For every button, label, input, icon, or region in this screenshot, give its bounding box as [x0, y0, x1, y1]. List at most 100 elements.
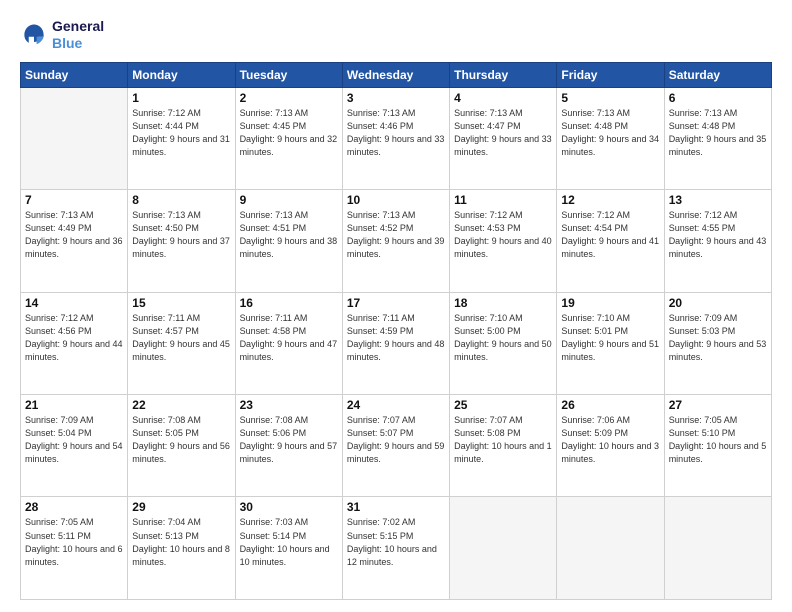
calendar-cell: 17 Sunrise: 7:11 AMSunset: 4:59 PMDayligh… [342, 292, 449, 394]
day-number: 8 [132, 193, 230, 207]
calendar-cell: 13 Sunrise: 7:12 AMSunset: 4:55 PMDayligh… [664, 190, 771, 292]
calendar-cell [557, 497, 664, 600]
day-info: Sunrise: 7:11 AMSunset: 4:58 PMDaylight:… [240, 312, 338, 364]
day-info: Sunrise: 7:13 AMSunset: 4:51 PMDaylight:… [240, 209, 338, 261]
day-number: 9 [240, 193, 338, 207]
calendar-cell: 14 Sunrise: 7:12 AMSunset: 4:56 PMDayligh… [21, 292, 128, 394]
weekday-header-row: SundayMondayTuesdayWednesdayThursdayFrid… [21, 62, 772, 87]
week-row-2: 14 Sunrise: 7:12 AMSunset: 4:56 PMDayligh… [21, 292, 772, 394]
calendar-cell: 11 Sunrise: 7:12 AMSunset: 4:53 PMDayligh… [450, 190, 557, 292]
day-number: 24 [347, 398, 445, 412]
calendar-cell: 28Sunrise: 7:05 AMSunset: 5:11 PMDayligh… [21, 497, 128, 600]
day-info: Sunrise: 7:12 AMSunset: 4:55 PMDaylight:… [669, 209, 767, 261]
day-info: Sunrise: 7:13 AMSunset: 4:52 PMDaylight:… [347, 209, 445, 261]
day-number: 12 [561, 193, 659, 207]
weekday-header-friday: Friday [557, 62, 664, 87]
day-number: 30 [240, 500, 338, 514]
day-info: Sunrise: 7:12 AMSunset: 4:54 PMDaylight:… [561, 209, 659, 261]
day-number: 21 [25, 398, 123, 412]
calendar-cell [450, 497, 557, 600]
calendar-cell: 29Sunrise: 7:04 AMSunset: 5:13 PMDayligh… [128, 497, 235, 600]
day-number: 18 [454, 296, 552, 310]
day-number: 7 [25, 193, 123, 207]
day-number: 25 [454, 398, 552, 412]
day-number: 14 [25, 296, 123, 310]
day-info: Sunrise: 7:07 AMSunset: 5:07 PMDaylight:… [347, 414, 445, 466]
day-number: 4 [454, 91, 552, 105]
calendar-cell [664, 497, 771, 600]
day-number: 5 [561, 91, 659, 105]
day-info: Sunrise: 7:13 AMSunset: 4:45 PMDaylight:… [240, 107, 338, 159]
day-info: Sunrise: 7:03 AMSunset: 5:14 PMDaylight:… [240, 516, 338, 568]
page: General Blue SundayMondayTuesdayWednesda… [0, 0, 792, 612]
day-info: Sunrise: 7:09 AMSunset: 5:03 PMDaylight:… [669, 312, 767, 364]
calendar-cell: 6 Sunrise: 7:13 AMSunset: 4:48 PMDaylight… [664, 87, 771, 189]
day-number: 26 [561, 398, 659, 412]
day-info: Sunrise: 7:09 AMSunset: 5:04 PMDaylight:… [25, 414, 123, 466]
day-number: 11 [454, 193, 552, 207]
day-number: 20 [669, 296, 767, 310]
day-info: Sunrise: 7:02 AMSunset: 5:15 PMDaylight:… [347, 516, 445, 568]
day-info: Sunrise: 7:12 AMSunset: 4:53 PMDaylight:… [454, 209, 552, 261]
day-info: Sunrise: 7:04 AMSunset: 5:13 PMDaylight:… [132, 516, 230, 568]
calendar-cell: 18Sunrise: 7:10 AMSunset: 5:00 PMDayligh… [450, 292, 557, 394]
calendar-cell: 16 Sunrise: 7:11 AMSunset: 4:58 PMDayligh… [235, 292, 342, 394]
calendar-cell: 8 Sunrise: 7:13 AMSunset: 4:50 PMDaylight… [128, 190, 235, 292]
calendar-cell: 5 Sunrise: 7:13 AMSunset: 4:48 PMDaylight… [557, 87, 664, 189]
day-info: Sunrise: 7:05 AMSunset: 5:11 PMDaylight:… [25, 516, 123, 568]
day-number: 10 [347, 193, 445, 207]
day-info: Sunrise: 7:13 AMSunset: 4:48 PMDaylight:… [669, 107, 767, 159]
day-number: 6 [669, 91, 767, 105]
weekday-header-thursday: Thursday [450, 62, 557, 87]
weekday-header-monday: Monday [128, 62, 235, 87]
calendar-cell [21, 87, 128, 189]
calendar-cell: 7 Sunrise: 7:13 AMSunset: 4:49 PMDaylight… [21, 190, 128, 292]
week-row-0: 1 Sunrise: 7:12 AMSunset: 4:44 PMDaylight… [21, 87, 772, 189]
day-number: 23 [240, 398, 338, 412]
day-info: Sunrise: 7:11 AMSunset: 4:57 PMDaylight:… [132, 312, 230, 364]
calendar-cell: 26 Sunrise: 7:06 AMSunset: 5:09 PMDayligh… [557, 395, 664, 497]
day-info: Sunrise: 7:11 AMSunset: 4:59 PMDaylight:… [347, 312, 445, 364]
day-info: Sunrise: 7:10 AMSunset: 5:01 PMDaylight:… [561, 312, 659, 364]
calendar-cell: 1 Sunrise: 7:12 AMSunset: 4:44 PMDaylight… [128, 87, 235, 189]
calendar-cell: 4 Sunrise: 7:13 AMSunset: 4:47 PMDaylight… [450, 87, 557, 189]
calendar-cell: 12 Sunrise: 7:12 AMSunset: 4:54 PMDayligh… [557, 190, 664, 292]
day-info: Sunrise: 7:13 AMSunset: 4:46 PMDaylight:… [347, 107, 445, 159]
logo-text: General Blue [52, 18, 104, 52]
day-number: 27 [669, 398, 767, 412]
day-info: Sunrise: 7:13 AMSunset: 4:48 PMDaylight:… [561, 107, 659, 159]
day-number: 1 [132, 91, 230, 105]
calendar-cell: 20 Sunrise: 7:09 AMSunset: 5:03 PMDayligh… [664, 292, 771, 394]
calendar-cell: 22 Sunrise: 7:08 AMSunset: 5:05 PMDayligh… [128, 395, 235, 497]
logo-icon [20, 21, 48, 49]
day-info: Sunrise: 7:07 AMSunset: 5:08 PMDaylight:… [454, 414, 552, 466]
day-info: Sunrise: 7:12 AMSunset: 4:56 PMDaylight:… [25, 312, 123, 364]
day-number: 17 [347, 296, 445, 310]
calendar-cell: 25 Sunrise: 7:07 AMSunset: 5:08 PMDayligh… [450, 395, 557, 497]
calendar-cell: 3 Sunrise: 7:13 AMSunset: 4:46 PMDaylight… [342, 87, 449, 189]
day-number: 22 [132, 398, 230, 412]
logo: General Blue [20, 18, 104, 52]
week-row-1: 7 Sunrise: 7:13 AMSunset: 4:49 PMDaylight… [21, 190, 772, 292]
day-number: 2 [240, 91, 338, 105]
calendar-cell: 30 Sunrise: 7:03 AMSunset: 5:14 PMDayligh… [235, 497, 342, 600]
weekday-header-tuesday: Tuesday [235, 62, 342, 87]
day-number: 3 [347, 91, 445, 105]
calendar-cell: 2 Sunrise: 7:13 AMSunset: 4:45 PMDaylight… [235, 87, 342, 189]
day-number: 19 [561, 296, 659, 310]
day-info: Sunrise: 7:12 AMSunset: 4:44 PMDaylight:… [132, 107, 230, 159]
day-info: Sunrise: 7:13 AMSunset: 4:47 PMDaylight:… [454, 107, 552, 159]
day-info: Sunrise: 7:08 AMSunset: 5:06 PMDaylight:… [240, 414, 338, 466]
weekday-header-saturday: Saturday [664, 62, 771, 87]
day-info: Sunrise: 7:06 AMSunset: 5:09 PMDaylight:… [561, 414, 659, 466]
day-info: Sunrise: 7:13 AMSunset: 4:50 PMDaylight:… [132, 209, 230, 261]
day-number: 13 [669, 193, 767, 207]
day-number: 16 [240, 296, 338, 310]
day-info: Sunrise: 7:08 AMSunset: 5:05 PMDaylight:… [132, 414, 230, 466]
day-info: Sunrise: 7:13 AMSunset: 4:49 PMDaylight:… [25, 209, 123, 261]
calendar-cell: 24 Sunrise: 7:07 AMSunset: 5:07 PMDayligh… [342, 395, 449, 497]
day-number: 31 [347, 500, 445, 514]
week-row-3: 21 Sunrise: 7:09 AMSunset: 5:04 PMDayligh… [21, 395, 772, 497]
day-info: Sunrise: 7:05 AMSunset: 5:10 PMDaylight:… [669, 414, 767, 466]
calendar-cell: 23 Sunrise: 7:08 AMSunset: 5:06 PMDayligh… [235, 395, 342, 497]
